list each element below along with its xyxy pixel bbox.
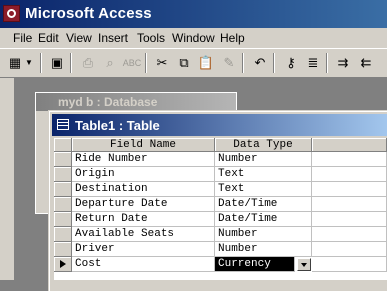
row-selector[interactable] <box>54 212 72 227</box>
header-description <box>312 138 387 152</box>
data-type-cell[interactable]: Date/Time <box>215 212 312 227</box>
data-type-cell[interactable]: Number <box>215 242 312 257</box>
spelling-icon[interactable]: ABC <box>122 53 142 73</box>
field-name-cell[interactable]: Available Seats <box>72 227 215 242</box>
description-cell[interactable] <box>312 152 387 167</box>
menu-bar: File Edit View Insert Tools Window Help <box>0 28 387 48</box>
paste-icon[interactable]: 📋 <box>196 53 216 73</box>
data-type-dropdown-icon[interactable] <box>297 258 311 271</box>
menu-insert[interactable]: Insert <box>98 31 128 45</box>
toolbar: ▦ ▼ ▣ ⎙ ⌕ ABC ✂ ⧉ 📋 ✎ ↶ ⚷ ≣ ⇉ ⇇ <box>0 48 387 78</box>
left-frame <box>0 78 14 280</box>
table-window-title-bar[interactable]: Table1 : Table <box>52 114 387 136</box>
data-type-cell[interactable]: Currency <box>215 257 295 272</box>
format-painter-icon[interactable]: ✎ <box>219 53 239 73</box>
toolbar-separator <box>70 53 72 73</box>
table-window-title: Table1 : Table <box>75 118 160 133</box>
description-cell[interactable] <box>312 257 387 272</box>
delete-rows-icon[interactable]: ⇇ <box>356 53 376 73</box>
toolbar-separator <box>40 53 42 73</box>
field-name-cell[interactable]: Departure Date <box>72 197 215 212</box>
print-icon[interactable]: ⎙ <box>78 53 98 73</box>
field-name-cell[interactable]: Origin <box>72 167 215 182</box>
indexes-icon[interactable]: ≣ <box>303 53 323 73</box>
toolbar-separator <box>326 53 328 73</box>
undo-icon[interactable]: ↶ <box>250 53 270 73</box>
description-cell[interactable] <box>312 212 387 227</box>
menu-tools[interactable]: Tools <box>137 31 165 45</box>
description-cell[interactable] <box>312 242 387 257</box>
view-icon[interactable]: ▦ <box>5 53 25 73</box>
description-cell[interactable] <box>312 197 387 212</box>
row-selector[interactable] <box>54 227 72 242</box>
window-title: Microsoft Access <box>25 5 152 22</box>
menu-view[interactable]: View <box>66 31 92 45</box>
field-name-cell[interactable]: Return Date <box>72 212 215 227</box>
save-icon[interactable]: ▣ <box>47 53 67 73</box>
data-type-cell[interactable]: Text <box>215 167 312 182</box>
primary-key-icon[interactable]: ⚷ <box>281 53 301 73</box>
header-data-type: Data Type <box>215 138 312 152</box>
menu-window[interactable]: Window <box>172 31 215 45</box>
data-type-cell[interactable]: Date/Time <box>215 197 312 212</box>
row-selector[interactable] <box>54 182 72 197</box>
grid-corner[interactable] <box>54 138 72 152</box>
header-field-name: Field Name <box>72 138 215 152</box>
print-preview-icon[interactable]: ⌕ <box>100 53 120 73</box>
view-dropdown-icon[interactable]: ▼ <box>24 53 34 73</box>
field-name-cell[interactable]: Driver <box>72 242 215 257</box>
toolbar-separator <box>273 53 275 73</box>
field-name-cell[interactable]: Cost <box>72 257 215 272</box>
table-icon <box>57 119 69 130</box>
row-selector[interactable] <box>54 167 72 182</box>
row-selector[interactable] <box>54 152 72 167</box>
menu-help[interactable]: Help <box>220 31 245 45</box>
row-selector[interactable] <box>54 257 72 272</box>
access-app-icon[interactable] <box>3 5 20 22</box>
insert-rows-icon[interactable]: ⇉ <box>333 53 353 73</box>
field-name-cell[interactable]: Ride Number <box>72 152 215 167</box>
menu-file[interactable]: File <box>13 31 32 45</box>
row-selector[interactable] <box>54 197 72 212</box>
data-type-cell[interactable]: Number <box>215 227 312 242</box>
title-bar: Microsoft Access <box>0 0 387 28</box>
menu-edit[interactable]: Edit <box>38 31 59 45</box>
description-cell[interactable] <box>312 167 387 182</box>
row-selector[interactable] <box>54 242 72 257</box>
data-type-cell[interactable]: Number <box>215 152 312 167</box>
field-name-cell[interactable]: Destination <box>72 182 215 197</box>
description-cell[interactable] <box>312 227 387 242</box>
description-cell[interactable] <box>312 182 387 197</box>
toolbar-separator <box>242 53 244 73</box>
field-design-grid: Field Name Data Type Ride Number Number Or… <box>54 138 387 280</box>
cut-icon[interactable]: ✂ <box>152 53 172 73</box>
copy-icon[interactable]: ⧉ <box>174 53 194 73</box>
toolbar-separator <box>145 53 147 73</box>
data-type-cell[interactable]: Text <box>215 182 312 197</box>
database-window-title: myd b : Database <box>36 93 236 111</box>
